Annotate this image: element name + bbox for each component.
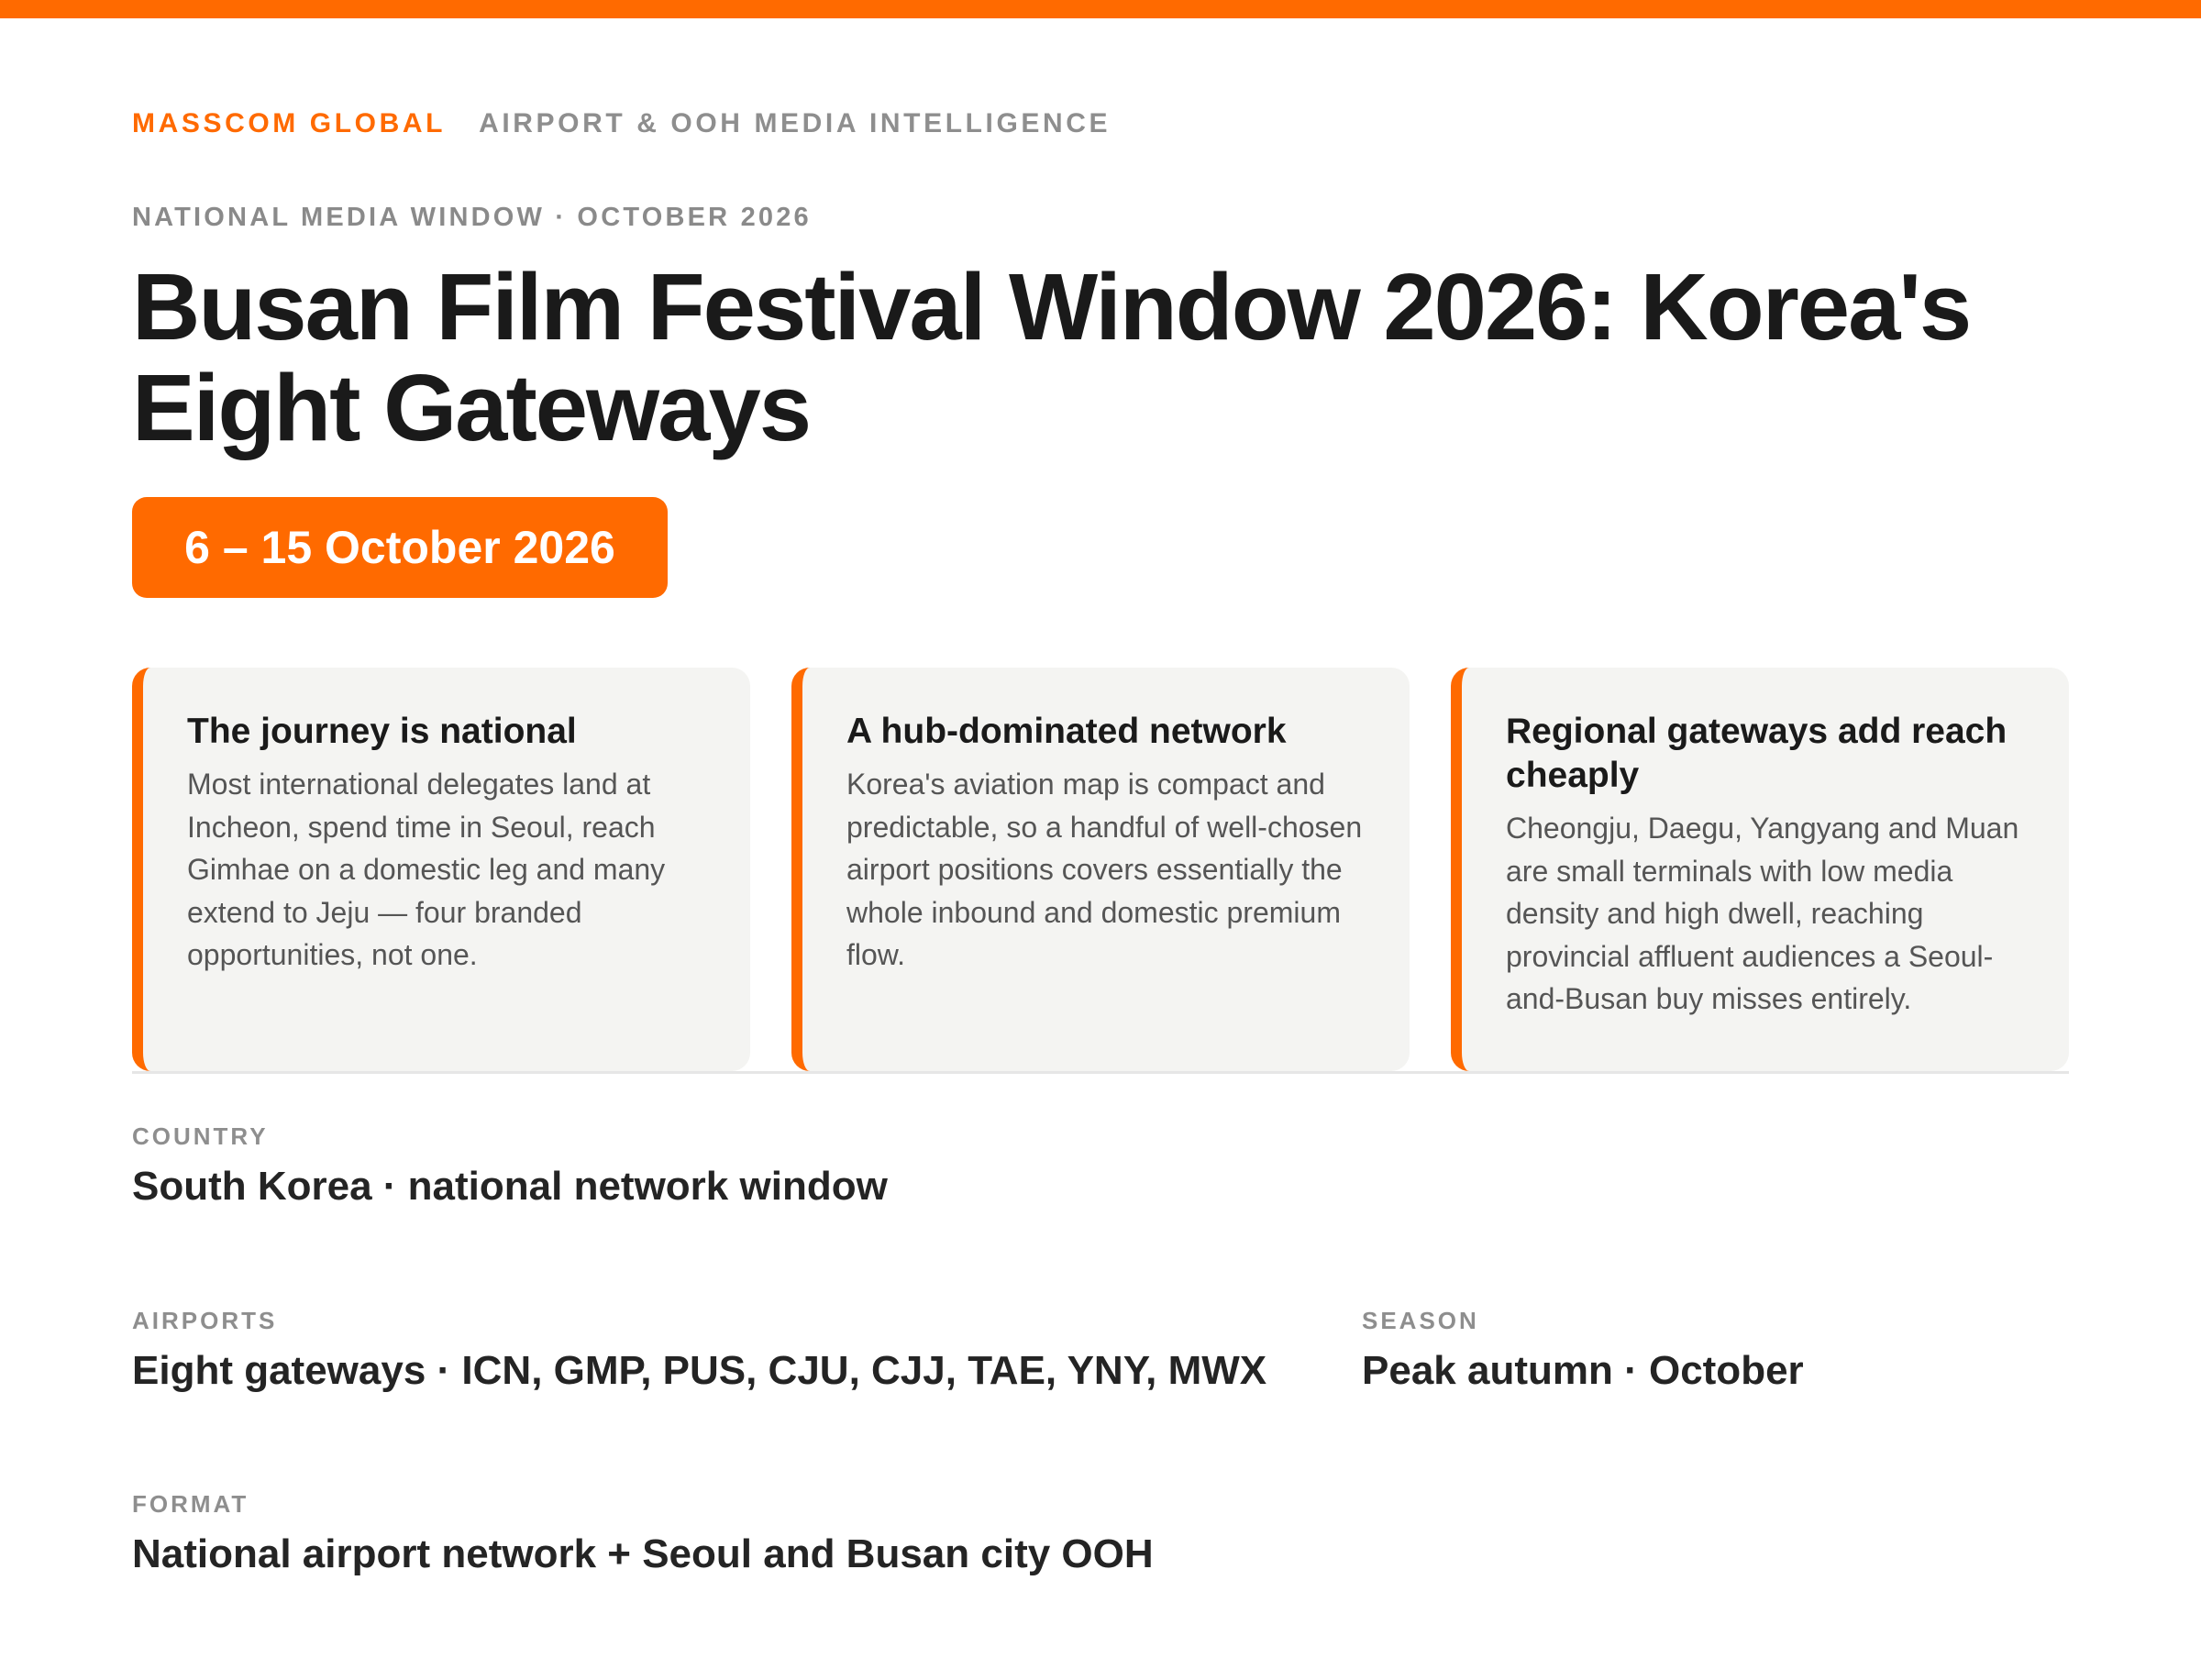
card-title: Regional gateways add reach cheaply xyxy=(1506,712,2007,795)
detail-label: AIRPORTS xyxy=(132,1307,278,1334)
detail-value: National airport network + Seoul and Bus… xyxy=(132,1531,1154,1576)
section-eyebrow: NATIONAL MEDIA WINDOW · OCTOBER 2026 xyxy=(132,203,812,232)
card-title: A hub-dominated network xyxy=(846,712,1287,751)
detail-value: Peak autumn · October xyxy=(1362,1348,1804,1393)
section-divider xyxy=(132,1071,2069,1074)
insight-card-journey: The journey is national Most internation… xyxy=(132,668,750,1071)
detail-label: FORMAT xyxy=(132,1490,249,1518)
card-body: Cheongju, Daegu, Yangyang and Muan are s… xyxy=(1506,812,2019,1015)
accent-top-bar xyxy=(0,0,2201,18)
date-range-badge: 6 – 15 October 2026 xyxy=(132,497,668,598)
detail-value: Eight gateways · ICN, GMP, PUS, CJU, CJJ… xyxy=(132,1348,1267,1393)
card-body: Korea's aviation map is compact and pred… xyxy=(846,768,1363,971)
detail-airports: AIRPORTS Eight gateways · ICN, GMP, PUS,… xyxy=(132,1307,1266,1394)
brand-header: MASSCOM GLOBAL AIRPORT & OOH MEDIA INTELL… xyxy=(132,108,1111,139)
page-title: Busan Film Festival Window 2026: Korea's… xyxy=(132,254,1972,460)
detail-country: COUNTRY South Korea · national network w… xyxy=(132,1122,888,1210)
detail-format: FORMAT National airport network + Seoul … xyxy=(132,1490,1154,1577)
detail-label: SEASON xyxy=(1362,1307,1479,1334)
detail-value: South Korea · national network window xyxy=(132,1164,888,1209)
insight-card-network: A hub-dominated network Korea's aviation… xyxy=(791,668,1410,1071)
card-title: The journey is national xyxy=(187,712,577,751)
brand-name[interactable]: MASSCOM GLOBAL xyxy=(132,108,446,138)
insight-card-regional: Regional gateways add reach cheaply Cheo… xyxy=(1451,668,2069,1071)
insight-cards: The journey is national Most internation… xyxy=(132,668,2069,1071)
detail-season: SEASON Peak autumn · October xyxy=(1362,1307,1804,1394)
card-body: Most international delegates land at Inc… xyxy=(187,768,666,971)
detail-label: COUNTRY xyxy=(132,1122,269,1150)
brand-tagline: AIRPORT & OOH MEDIA INTELLIGENCE xyxy=(479,108,1112,138)
